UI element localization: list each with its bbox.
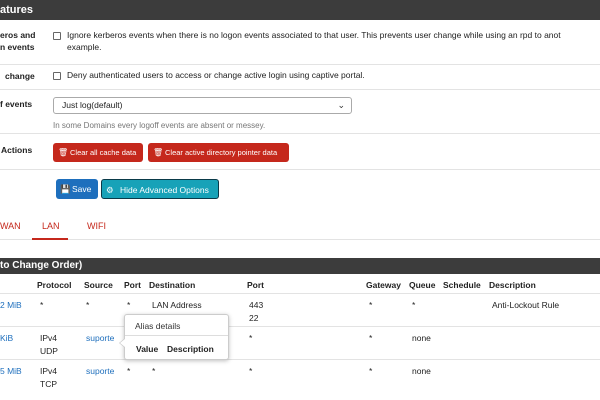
tab-active-indicator [32,238,68,240]
row-dest-port-2: 22 [249,313,259,323]
col-protocol: Protocol [37,280,72,290]
row-dest-port-1: * [249,366,253,376]
trash-icon: 🗑 [58,148,69,157]
hide-advanced-label: Hide Advanced Options [120,185,209,195]
row-port: * [127,366,131,376]
rules-table-header: to Change Order) [0,258,600,274]
deny-checkbox[interactable] [53,72,61,80]
row-queue: * [412,300,416,310]
gear-icon: ⚙ [106,185,114,195]
kerberos-row: eros and n events Ignore kerberos events… [0,20,600,65]
logoff-help-text: In some Domains every logoff events are … [53,121,266,130]
row-protocol-type: TCP [40,379,57,389]
row-gateway: * [369,333,373,343]
row-gateway: * [369,300,373,310]
row-source: * [86,300,90,310]
kerberos-text-line2: example. [67,42,102,52]
row-destination: LAN Address [152,300,202,310]
tooltip-col-description: Description [167,344,214,354]
chevron-down-icon: ⌄ [337,100,345,110]
kerberos-label-line1: eros and [0,30,36,40]
clear-ad-label: Clear active directory pointer data [165,148,278,157]
save-icon: 💾 [60,184,71,194]
clear-ad-pointer-button[interactable]: 🗑 Clear active directory pointer data [148,143,289,162]
row-queue: none [412,366,431,376]
hide-advanced-options-button[interactable]: ⚙ Hide Advanced Options [101,179,219,199]
row-protocol-type: UDP [40,346,58,356]
row-dest-port-1: 443 [249,300,264,310]
col-source: Source [84,280,113,290]
row-queue: none [412,333,431,343]
clear-cache-label: Clear all cache data [70,148,137,157]
col-dest-port: Port [247,280,264,290]
col-gateway: Gateway [366,280,401,290]
row-source-alias[interactable]: suporte [86,366,114,376]
row-protocol: * [40,300,44,310]
row-port: * [127,300,131,310]
col-description: Description [489,280,536,290]
row-dest-port-1: * [249,333,253,343]
row-states[interactable]: 5 MiB [0,366,22,376]
alias-details-tooltip: Alias details Value Description [119,314,229,360]
row-states[interactable]: 2 MiB [0,300,22,310]
deny-text: Deny authenticated users to access or ch… [67,70,365,80]
tooltip-title: Alias details [135,321,181,331]
trash-icon: 🗑 [153,148,164,157]
tooltip-divider [125,335,228,336]
deny-row: change Deny authenticated users to acces… [0,65,600,90]
col-schedule: Schedule [443,280,481,290]
logoff-events-select[interactable]: Just log(default) ⌄ [53,97,352,114]
row-destination: * [152,366,156,376]
row-divider [0,359,600,360]
tooltip-arrow-inner [120,339,125,347]
actions-label: Actions [1,145,33,155]
row-source-alias[interactable]: suporte [86,333,114,343]
header-divider [0,293,600,294]
row-protocol: IPv4 [40,366,58,376]
kerberos-checkbox[interactable] [53,32,61,40]
col-queue: Queue [409,280,436,290]
col-destination: Destination [149,280,196,290]
col-port: Port [124,280,141,290]
tab-wan[interactable]: WAN [0,221,21,231]
kerberos-text-line1: Ignore kerberos events when there is no … [67,30,561,40]
save-label: Save [72,184,92,194]
section-header: atures [0,0,600,20]
save-button[interactable]: 💾 Save [56,179,98,199]
logoff-select-value: Just log(default) [62,100,123,110]
logoff-label: f events [0,99,33,109]
row-protocol: IPv4 [40,333,58,343]
deny-label: change [5,71,35,81]
tabs-divider [0,239,600,240]
tab-lan[interactable]: LAN [42,221,60,231]
row-states[interactable]: KiB [0,333,13,343]
row-gateway: * [369,366,373,376]
clear-cache-button[interactable]: 🗑 Clear all cache data [53,143,143,162]
row-description: Anti-Lockout Rule [492,300,560,310]
row-divider [0,326,600,327]
tab-wifi[interactable]: WIFI [87,221,106,231]
kerberos-label-line2: n events [0,42,35,52]
tooltip-col-value: Value [136,344,159,354]
